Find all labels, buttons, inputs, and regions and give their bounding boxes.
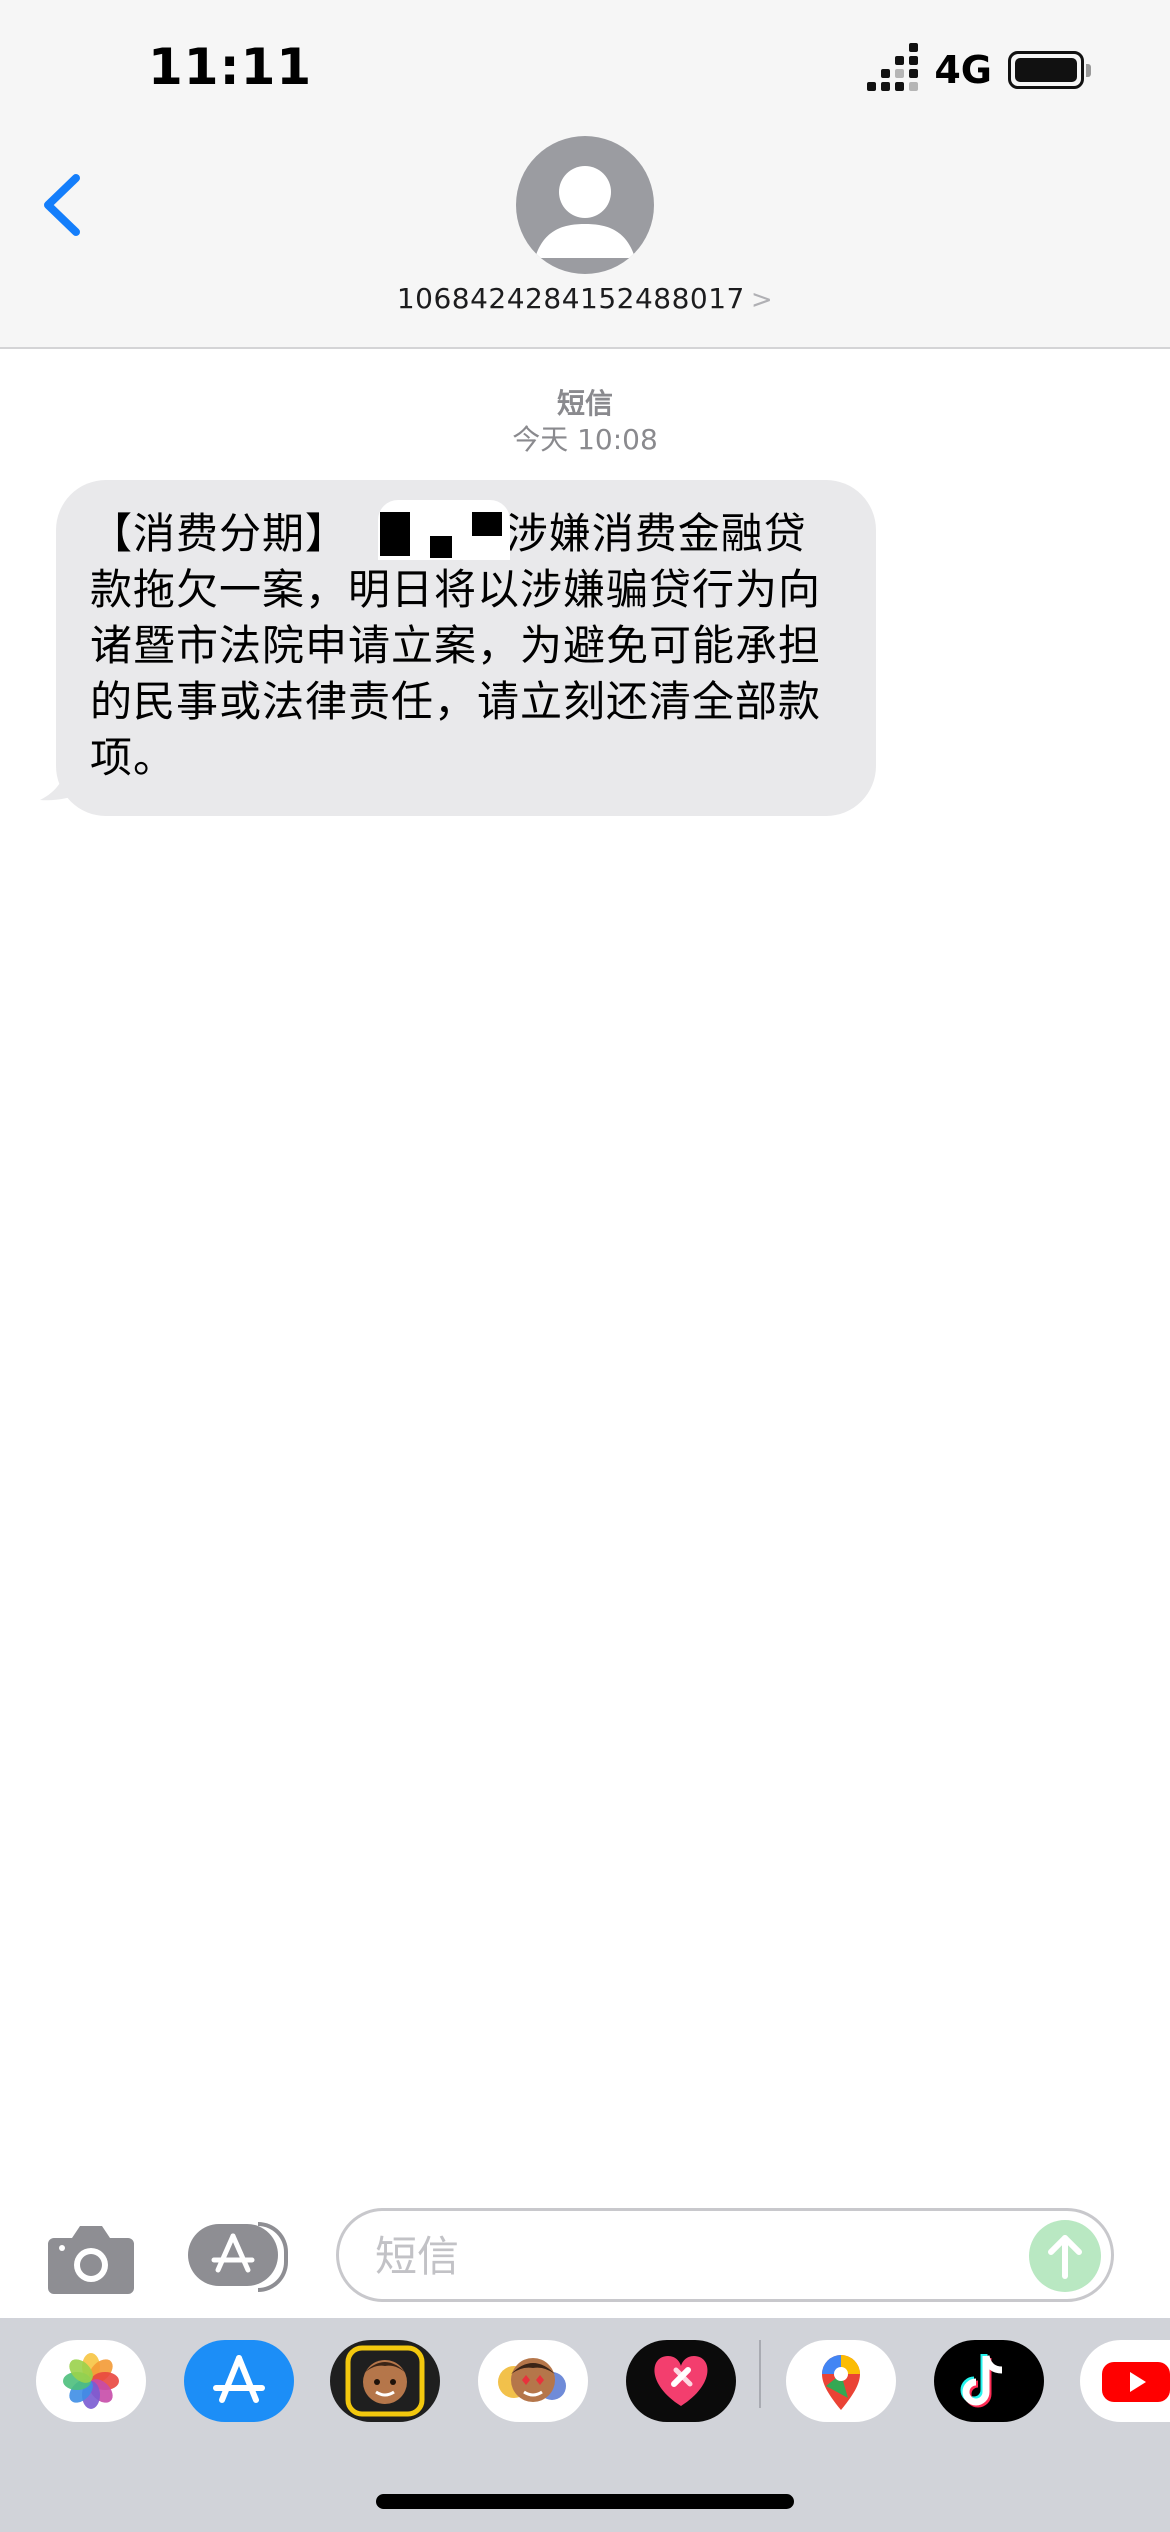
contact-avatar[interactable]: [516, 136, 654, 274]
chevron-right-icon: >: [750, 285, 774, 315]
message-input-field[interactable]: [336, 2208, 1114, 2302]
apps-button[interactable]: [188, 2222, 292, 2292]
app-store-icon[interactable]: [184, 2340, 294, 2422]
drawer-divider: [759, 2340, 761, 2408]
youtube-icon[interactable]: [1080, 2340, 1170, 2422]
app-store-icon: [211, 2233, 255, 2273]
camera-button[interactable]: [46, 2220, 136, 2296]
conversation-header: 11:11 4G 1068424284152488017 >: [0, 0, 1170, 349]
chevron-left-icon: [44, 174, 80, 236]
cellular-signal-icon: [867, 43, 919, 91]
message-service-label: 短信: [556, 387, 613, 420]
tiktok-icon[interactable]: [934, 2340, 1044, 2422]
photos-icon[interactable]: [36, 2340, 146, 2422]
redaction-mark: [378, 500, 510, 560]
camera-icon: [48, 2226, 134, 2294]
person-icon: [535, 166, 635, 258]
heart-app-icon[interactable]: [626, 2340, 736, 2422]
google-maps-icon[interactable]: [786, 2340, 896, 2422]
animoji-stickers-icon[interactable]: [478, 2340, 588, 2422]
memoji-icon[interactable]: [330, 2340, 440, 2422]
message-input[interactable]: [373, 2227, 1017, 2285]
battery-icon: [1008, 51, 1091, 89]
back-button[interactable]: [36, 170, 96, 240]
home-indicator[interactable]: [376, 2494, 794, 2509]
contact-number: 1068424284152488017: [396, 282, 745, 315]
network-type: 4G: [934, 48, 992, 92]
send-button[interactable]: [1029, 2220, 1101, 2292]
status-indicators: 4G: [867, 43, 1091, 92]
message-timestamp: 今天 10:08: [512, 423, 658, 456]
status-time: 11:11: [148, 38, 313, 96]
contact-name[interactable]: 1068424284152488017 >: [0, 282, 1170, 315]
arrow-up-icon: [1048, 2235, 1082, 2279]
